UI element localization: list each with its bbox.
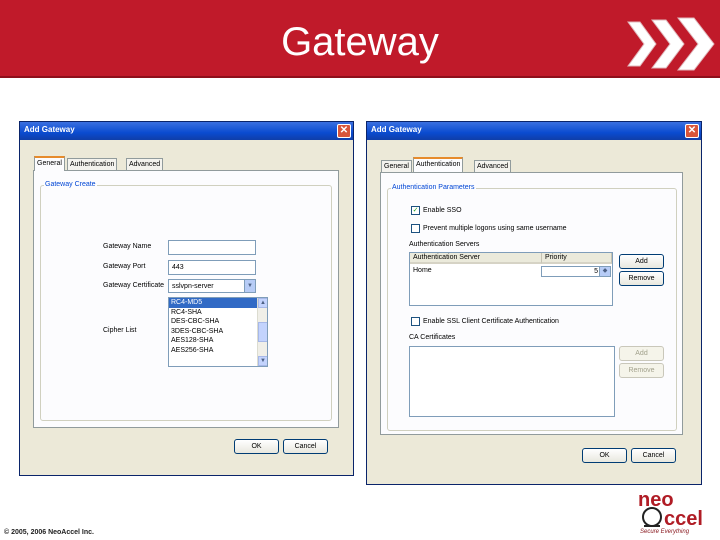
priority-stepper[interactable]: 5 ◆: [541, 266, 611, 277]
authentication-servers-label: Authentication Servers: [409, 241, 480, 248]
gateway-name-label: Gateway Name: [103, 243, 152, 250]
enable-ssl-client-cert-checkbox[interactable]: [411, 317, 420, 326]
close-icon: ✕: [339, 125, 349, 136]
gateway-port-input[interactable]: 443: [168, 260, 256, 275]
scroll-thumb[interactable]: [258, 322, 267, 342]
column-header-priority[interactable]: Priority: [542, 253, 612, 264]
gateway-name-input[interactable]: [168, 240, 256, 255]
ca-certificates-list[interactable]: [409, 346, 615, 417]
tab-general[interactable]: General: [34, 156, 65, 171]
prevent-multiple-logons-checkbox[interactable]: [411, 224, 420, 233]
dialog-title: Add Gateway: [371, 125, 422, 134]
cipher-scrollbar[interactable]: ▲ ▼: [257, 298, 267, 366]
gateway-certificate-label: Gateway Certificate: [103, 282, 165, 289]
cipher-option[interactable]: RC4-MD5: [169, 298, 267, 308]
authentication-tab-panel: Authentication Parameters ✓ Enable SSO P…: [380, 172, 683, 435]
enable-ssl-client-cert-label: Enable SSL Client Certificate Authentica…: [423, 318, 559, 325]
priority-value: 5: [594, 268, 598, 275]
group-title: Authentication Parameters: [391, 184, 476, 191]
cipher-listbox[interactable]: RC4-MD5 RC4-SHA DES-CBC-SHA 3DES-CBC-SHA…: [168, 297, 268, 367]
copyright-text: © 2005, 2006 NeoAccel Inc.: [4, 529, 94, 536]
close-button[interactable]: ✕: [337, 124, 351, 138]
logo-text-bottom: ccel: [664, 508, 703, 530]
close-icon: ✕: [687, 125, 697, 136]
dialog-titlebar[interactable]: Add Gateway ✕: [367, 122, 701, 140]
authentication-parameters-group: Authentication Parameters ✓ Enable SSO P…: [387, 184, 677, 431]
cipher-option[interactable]: RC4-SHA: [169, 308, 267, 318]
ok-button[interactable]: OK: [582, 448, 627, 463]
gateway-create-group: Gateway Create Gateway Name Gateway Port…: [40, 181, 332, 421]
remove-server-button[interactable]: Remove: [619, 271, 664, 286]
prevent-multiple-logons-label: Prevent multiple logons using same usern…: [423, 225, 567, 232]
enable-sso-checkbox[interactable]: ✓: [411, 206, 420, 215]
add-ca-button[interactable]: Add: [619, 346, 664, 361]
dialog-titlebar[interactable]: Add Gateway ✕: [20, 122, 353, 140]
server-cell[interactable]: Home: [413, 267, 432, 274]
remove-ca-button[interactable]: Remove: [619, 363, 664, 378]
general-tab-panel: Gateway Create Gateway Name Gateway Port…: [33, 170, 339, 428]
cipher-option[interactable]: 3DES-CBC-SHA: [169, 327, 267, 337]
chevron-down-icon[interactable]: ▼: [244, 280, 255, 292]
tab-authentication[interactable]: Authentication: [413, 157, 464, 172]
cipher-option[interactable]: DES-CBC-SHA: [169, 317, 267, 327]
group-title: Gateway Create: [44, 181, 97, 188]
scroll-up-icon[interactable]: ▲: [258, 298, 267, 308]
cancel-button[interactable]: Cancel: [283, 439, 328, 454]
ok-button[interactable]: OK: [234, 439, 279, 454]
logo-tagline: Secure Everything: [640, 529, 690, 535]
close-button[interactable]: ✕: [685, 124, 699, 138]
slide-title: Gateway: [281, 20, 439, 64]
dialog-title: Add Gateway: [24, 125, 75, 134]
gateway-certificate-select[interactable]: sslvpn-server ▼: [168, 279, 256, 293]
authentication-servers-table[interactable]: Authentication Server Priority Home 5 ◆: [409, 252, 613, 306]
cipher-list-label: Cipher List: [103, 327, 137, 334]
spinner-icon[interactable]: ◆: [599, 267, 610, 276]
ca-certificates-label: CA Certificates: [409, 334, 456, 341]
add-gateway-dialog-authentication: Add Gateway ✕ General Authentication Adv…: [366, 121, 702, 485]
chevron-arrows-icon: [627, 17, 715, 71]
cancel-button[interactable]: Cancel: [631, 448, 676, 463]
cipher-option[interactable]: AES128-SHA: [169, 336, 267, 346]
add-server-button[interactable]: Add: [619, 254, 664, 269]
cipher-option[interactable]: AES256-SHA: [169, 346, 267, 356]
check-icon: ✓: [412, 207, 419, 214]
column-header-server[interactable]: Authentication Server: [410, 253, 542, 264]
enable-sso-label: Enable SSO: [423, 207, 462, 214]
gateway-port-label: Gateway Port: [103, 263, 146, 270]
gateway-certificate-value: sslvpn-server: [172, 283, 214, 290]
scroll-down-icon[interactable]: ▼: [258, 356, 267, 366]
add-gateway-dialog-general: Add Gateway ✕ General Authentication Adv…: [19, 121, 354, 476]
slide-header: Gateway: [0, 0, 720, 78]
